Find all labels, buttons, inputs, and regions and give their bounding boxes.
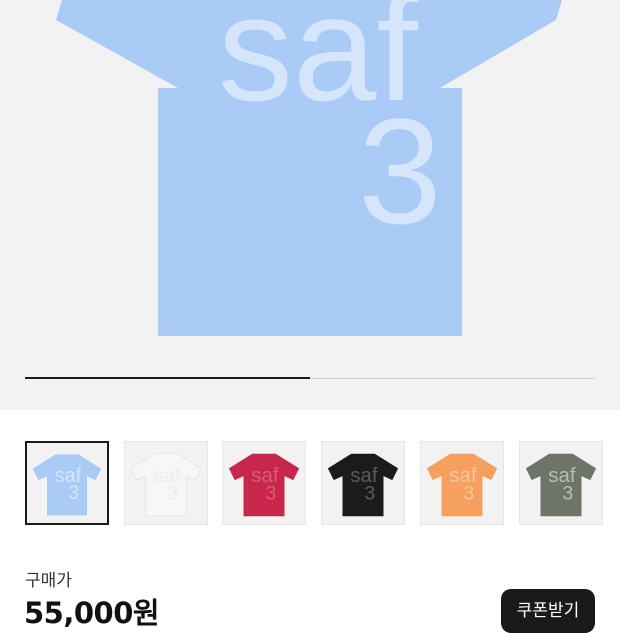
color-thumbnail-list: saf 3 saf 3 saf 3 saf 3 saf 3 saf 3: [0, 441, 620, 529]
tshirt-thumbnail-icon: saf3: [525, 453, 597, 517]
tshirt-thumbnail-icon: saf3: [426, 453, 498, 517]
color-thumbnail-red[interactable]: saf 3: [222, 441, 306, 525]
gallery-progress-fill: [25, 377, 310, 379]
color-thumbnail-olive-gray[interactable]: saf 3: [519, 441, 603, 525]
svg-text:3: 3: [562, 483, 573, 505]
product-main-image: saf 3: [0, 0, 620, 410]
tshirt-thumbnail-icon: saf3: [327, 453, 399, 517]
tshirt-thumbnail-icon: saf3: [228, 453, 300, 517]
svg-text:3: 3: [364, 483, 375, 505]
svg-text:3: 3: [463, 483, 474, 505]
tshirt-print-text-line2: 3: [358, 87, 441, 255]
svg-text:3: 3: [265, 483, 276, 505]
price-label: 구매가: [25, 571, 72, 591]
svg-text:3: 3: [167, 483, 178, 505]
tshirt-main-image: saf 3: [56, 0, 562, 336]
color-thumbnail-sky-blue[interactable]: saf 3: [25, 441, 109, 525]
tshirt-thumbnail-icon: saf3: [130, 453, 202, 517]
color-thumbnail-black[interactable]: saf 3: [321, 441, 405, 525]
tshirt-thumbnail-icon: saf3: [32, 454, 102, 516]
price-value: 55,000원: [24, 596, 160, 630]
color-thumbnail-white[interactable]: saf 3: [124, 441, 208, 525]
gallery-progress-bar: [25, 377, 595, 379]
coupon-button[interactable]: 쿠폰받기: [501, 589, 595, 633]
svg-text:3: 3: [68, 483, 79, 504]
color-thumbnail-orange[interactable]: saf 3: [420, 441, 504, 525]
